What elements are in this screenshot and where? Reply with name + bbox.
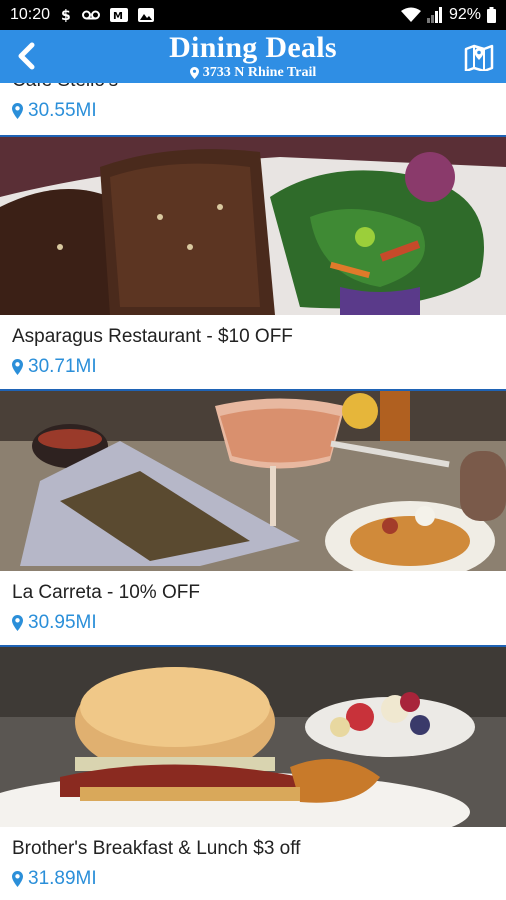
restaurant-distance: 30.55MI [12,99,494,123]
signal-icon [426,7,443,23]
dollar-icon: $ [60,7,72,23]
image-icon [138,8,155,22]
battery-percent: 92% [448,6,481,23]
distance-value: 30.55MI [28,100,97,121]
distance-value: 30.71MI [28,356,97,377]
location-pin-icon [189,67,199,79]
location-subtitle: 3733 N Rhine Trail [0,65,506,81]
voicemail-icon [82,9,101,21]
status-time: 10:20 [10,6,51,23]
status-bar: 10:20 $ M 92% [0,0,506,30]
svg-text:M: M [113,11,123,22]
restaurant-distance: 31.89MI [12,867,494,891]
page-title: Dining Deals [169,31,337,64]
battery-icon [487,7,496,23]
restaurant-photo [0,137,506,315]
restaurant-name: Cafe Stello's [12,83,494,93]
restaurant-name: La Carreta - 10% OFF [12,582,200,603]
restaurant-photo [0,391,506,571]
restaurant-card[interactable]: Brother's Breakfast & Lunch $3 off 31.89… [0,647,506,899]
location-pin-icon [12,359,23,375]
restaurant-card[interactable]: Cafe Stello's 30.55MI [0,83,506,135]
restaurant-card[interactable]: Asparagus Restaurant - $10 OFF 30.71MI [0,137,506,389]
map-button[interactable] [462,40,496,74]
restaurant-list[interactable]: Cafe Stello's 30.55MI [0,83,506,899]
location-pin-icon [12,871,23,887]
wifi-icon [400,7,421,23]
app-bar: Dining Deals 3733 N Rhine Trail [0,30,506,83]
restaurant-distance: 30.71MI [12,355,494,379]
distance-value: 30.95MI [28,612,97,633]
location-pin-icon [12,615,23,631]
svg-text:$: $ [61,8,71,23]
restaurant-card[interactable]: La Carreta - 10% OFF 30.95MI [0,391,506,645]
restaurant-name: Brother's Breakfast & Lunch $3 off [12,838,301,859]
map-icon [464,44,494,71]
restaurant-name: Asparagus Restaurant - $10 OFF [12,326,293,347]
mail-icon: M [110,8,129,22]
restaurant-photo [0,647,506,827]
restaurant-distance: 30.95MI [12,611,494,635]
distance-value: 31.89MI [28,868,97,889]
location-text: 3733 N Rhine Trail [202,65,317,80]
location-pin-icon [12,103,23,119]
